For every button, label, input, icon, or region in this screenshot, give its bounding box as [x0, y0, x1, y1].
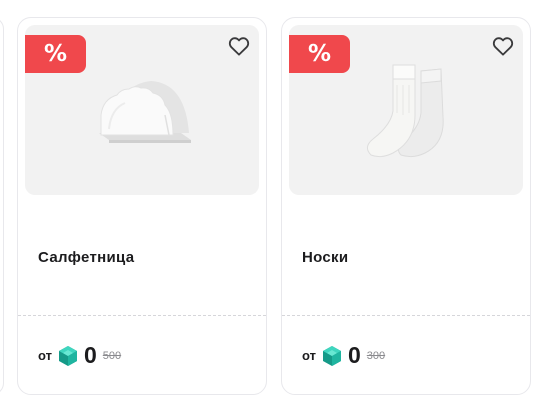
favorite-button[interactable]: [491, 35, 515, 57]
product-image[interactable]: %: [25, 25, 259, 195]
price-row: от 0 500: [38, 344, 121, 367]
previous-product-card-edge[interactable]: [0, 17, 4, 395]
gem-icon: [58, 345, 77, 366]
favorite-button[interactable]: [227, 35, 251, 57]
price-row: от 0 300: [302, 344, 385, 367]
product-card[interactable]: % Носки от 0 300: [281, 17, 531, 395]
old-price: 500: [102, 349, 122, 362]
current-price: 0: [83, 342, 97, 368]
price-prefix: от: [302, 348, 316, 363]
product-image[interactable]: %: [289, 25, 523, 195]
product-card[interactable]: % Салфетница от 0 500: [17, 17, 267, 395]
discount-badge: %: [25, 35, 86, 73]
heart-icon: [492, 37, 514, 56]
heart-icon: [228, 37, 250, 56]
product-title[interactable]: Носки: [302, 249, 348, 266]
gem-icon: [322, 345, 341, 366]
product-title[interactable]: Салфетница: [38, 249, 134, 266]
discount-badge: %: [289, 35, 350, 73]
current-price: 0: [347, 342, 361, 368]
divider: [282, 315, 530, 316]
price-prefix: от: [38, 348, 52, 363]
divider: [18, 315, 266, 316]
old-price: 300: [366, 349, 386, 362]
